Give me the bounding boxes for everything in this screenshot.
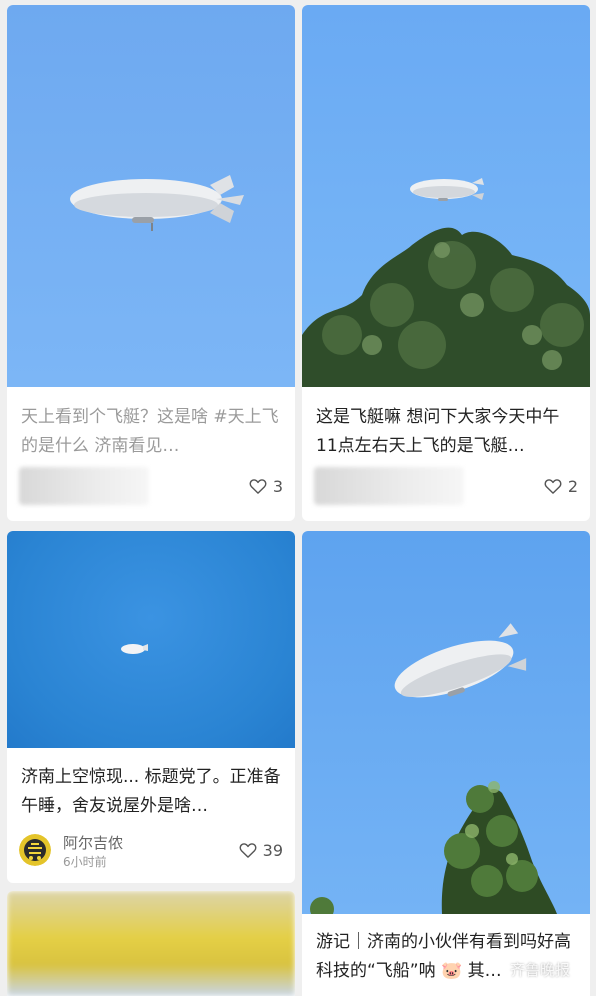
airship-treetop-image	[310, 623, 557, 914]
airship-distant-image	[121, 644, 148, 654]
feed-card-3[interactable]: 济南上空惊现... 标题党了。正准备午睡，舍友说屋外是啥… 阿尔吉侬 6小时前 …	[7, 531, 295, 883]
like-button[interactable]: 39	[238, 839, 283, 861]
heart-outline-icon	[239, 843, 257, 858]
feed-card-4[interactable]: 游记｜济南的小伙伴有看到吗好高科技的“飞船”呐 🐷 其… 齐鲁晚报	[302, 531, 590, 996]
heart-outline-icon	[249, 479, 267, 494]
watermark: 齐鲁晚报	[509, 961, 570, 979]
avatar[interactable]	[19, 834, 51, 866]
card-title[interactable]: 济南上空惊现... 标题党了。正准备午睡，舍友说屋外是啥…	[21, 763, 285, 821]
card-image-3[interactable]	[7, 531, 295, 748]
feed-card-2[interactable]: 这是飞艇嘛 想问下大家今天中午11点左右天上飞的是飞艇… 2	[302, 5, 590, 521]
post-time: 6小时前	[63, 855, 107, 869]
card-image-4[interactable]	[302, 531, 590, 914]
card-meta: 3	[19, 467, 283, 507]
feed-card-5[interactable]	[7, 891, 295, 996]
card-meta: 阿尔吉侬 6小时前 39	[19, 831, 283, 871]
card-image-blurred[interactable]	[7, 891, 295, 996]
card-meta: 2	[314, 467, 578, 507]
card-title[interactable]: 天上看到个飞艇？这是啥 #天上飞的是什么 济南看见…	[21, 403, 285, 461]
airship-trees-image	[302, 178, 590, 387]
feed-card-1[interactable]: 天上看到个飞艇？这是啥 #天上飞的是什么 济南看见… 3	[7, 5, 295, 521]
like-button[interactable]: 3	[248, 475, 283, 497]
author-name[interactable]: 阿尔吉侬	[63, 832, 123, 853]
like-count: 39	[262, 840, 283, 860]
author-blurred	[314, 467, 464, 505]
like-count: 3	[272, 476, 283, 496]
avatar-icon	[19, 834, 51, 866]
heart-outline-icon	[544, 479, 562, 494]
card-image-1[interactable]	[7, 5, 295, 387]
card-title[interactable]: 这是飞艇嘛 想问下大家今天中午11点左右天上飞的是飞艇…	[316, 403, 580, 461]
card-image-2[interactable]	[302, 5, 590, 387]
like-count: 2	[567, 476, 578, 496]
author-blurred	[19, 467, 149, 505]
like-button[interactable]: 2	[543, 475, 578, 497]
airship-image	[70, 175, 244, 231]
